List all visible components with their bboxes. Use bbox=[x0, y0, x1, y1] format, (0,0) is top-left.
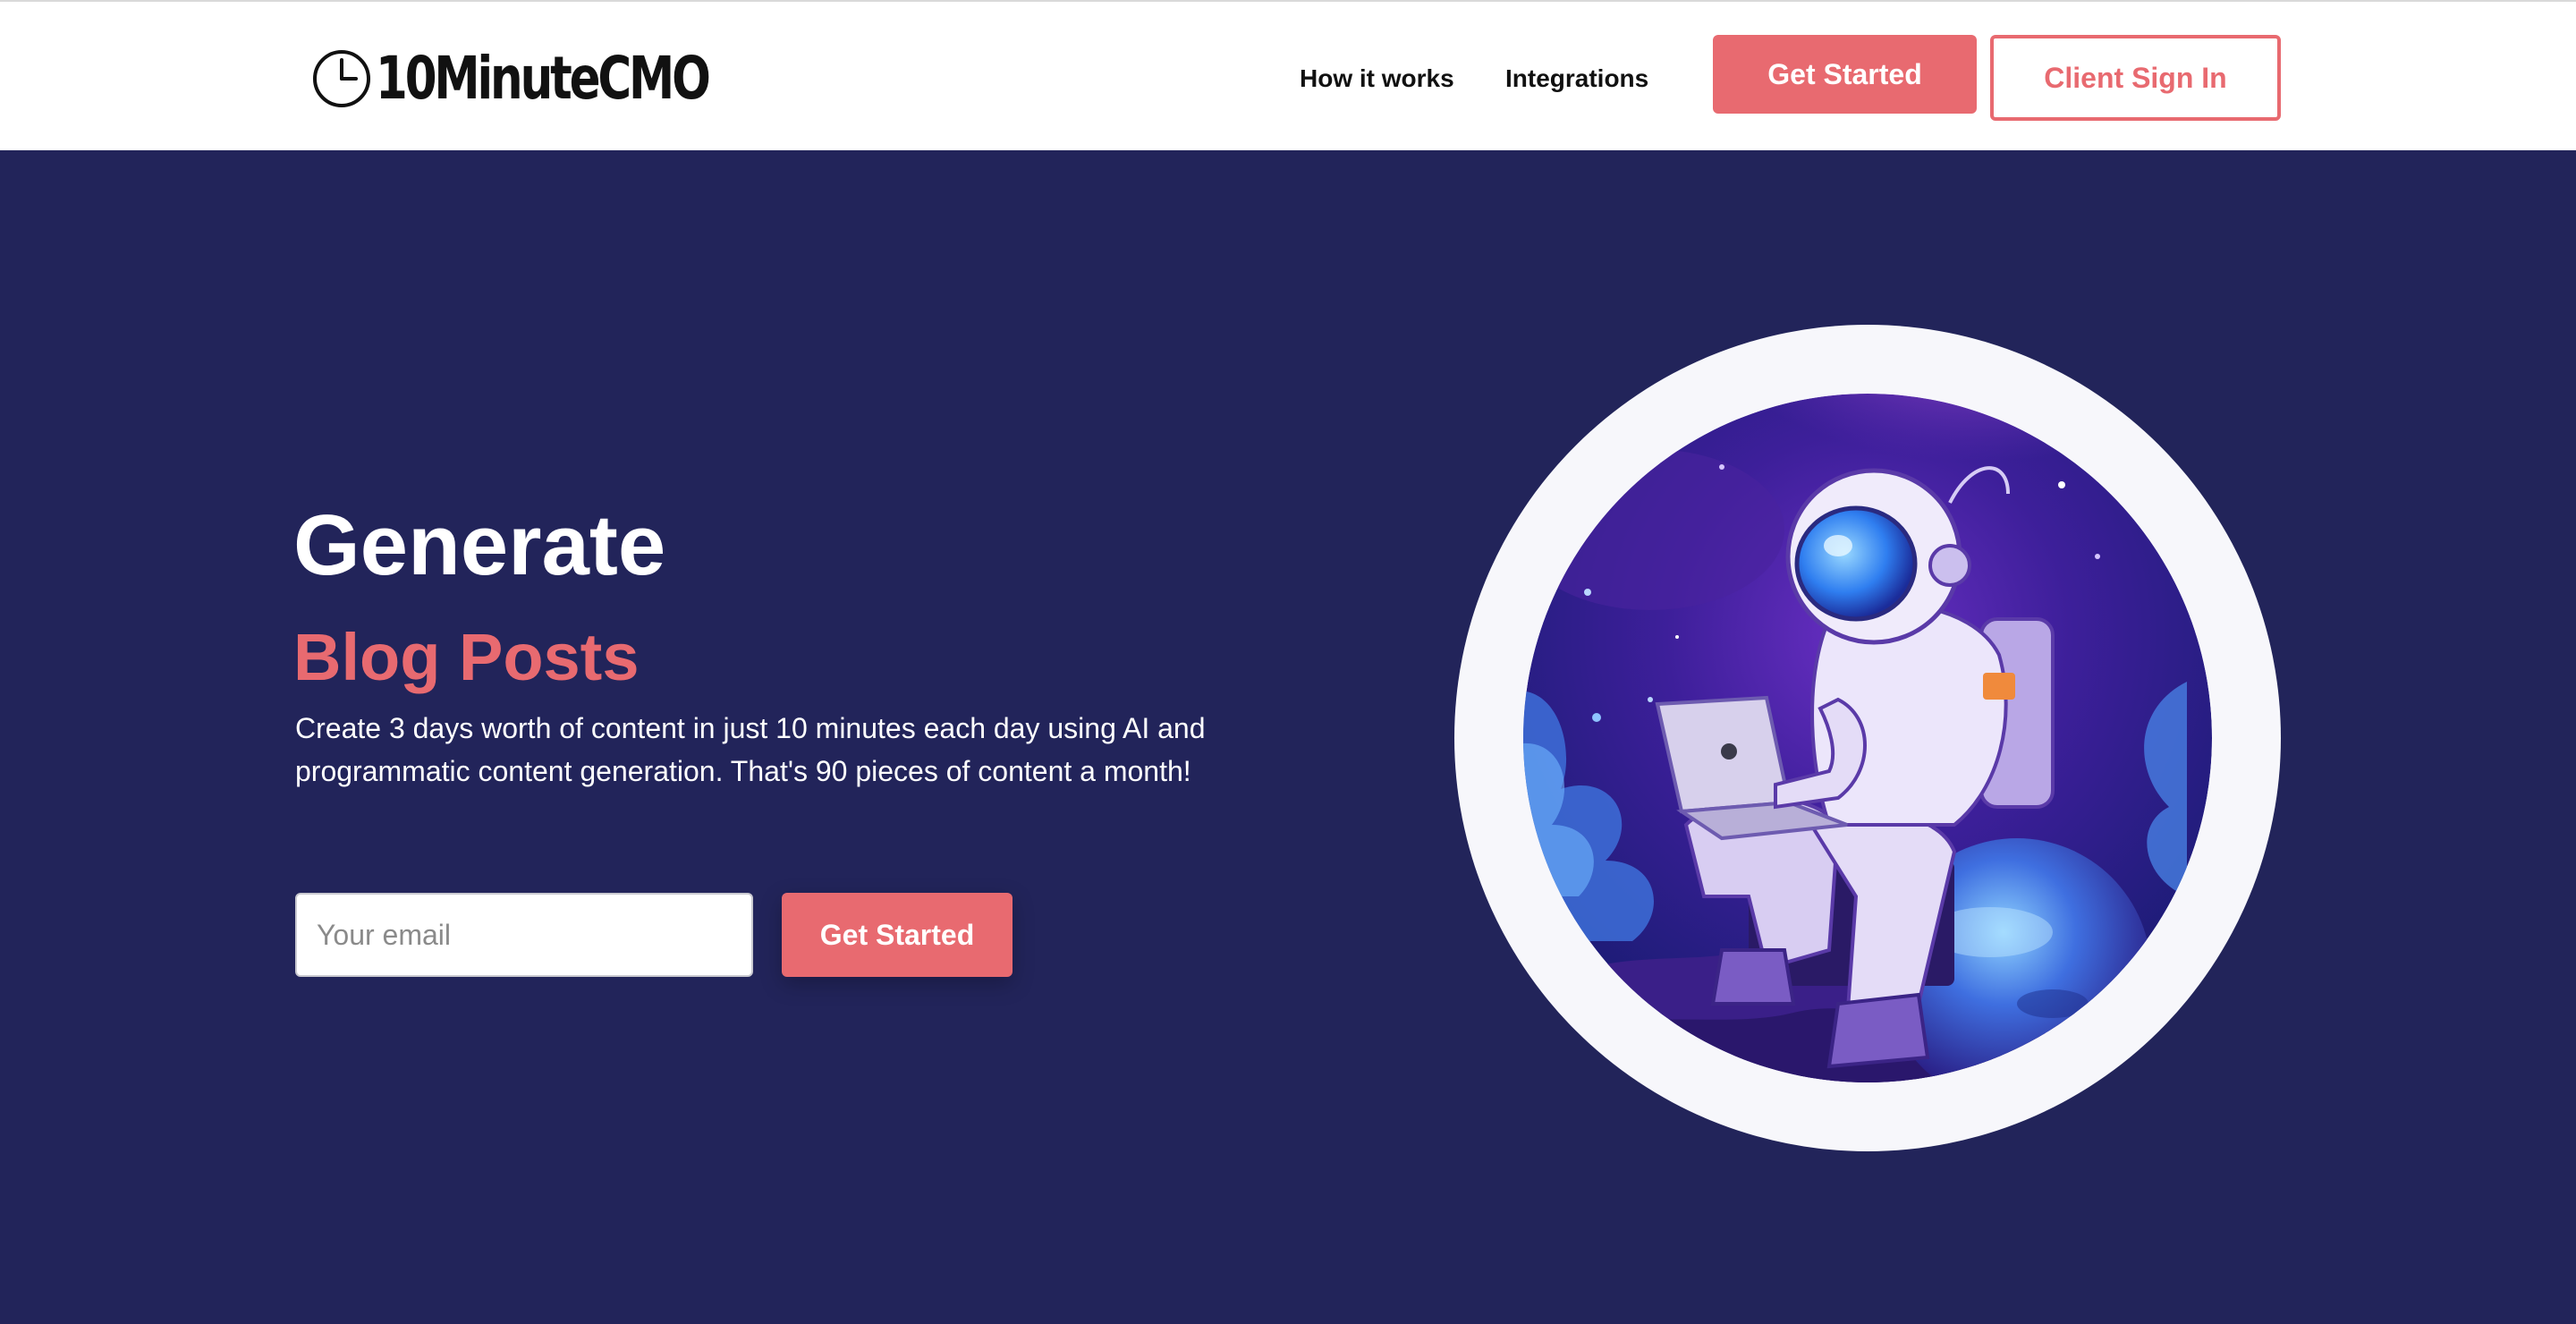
logo-link[interactable]: 10MinuteCMO bbox=[311, 45, 802, 113]
header-get-started-button[interactable]: Get Started bbox=[1713, 35, 1977, 114]
email-input[interactable] bbox=[295, 893, 753, 977]
logo-text: 10MinuteCMO bbox=[376, 44, 711, 113]
astronaut-with-laptop-illustration bbox=[1454, 325, 2281, 1151]
hero-title: Generate bbox=[293, 497, 666, 593]
hero-description: Create 3 days worth of content in just 1… bbox=[295, 712, 1206, 787]
clock-icon bbox=[313, 50, 370, 107]
nav-how-it-works[interactable]: How it works bbox=[1300, 61, 1454, 97]
nav-integrations[interactable]: Integrations bbox=[1505, 61, 1648, 97]
hero-subtitle: Blog Posts bbox=[293, 620, 640, 694]
hero-get-started-button[interactable]: Get Started bbox=[782, 893, 1013, 977]
site-header: 10MinuteCMO How it works Integrations Ge… bbox=[0, 0, 2576, 150]
client-sign-in-button[interactable]: Client Sign In bbox=[1990, 35, 2281, 121]
